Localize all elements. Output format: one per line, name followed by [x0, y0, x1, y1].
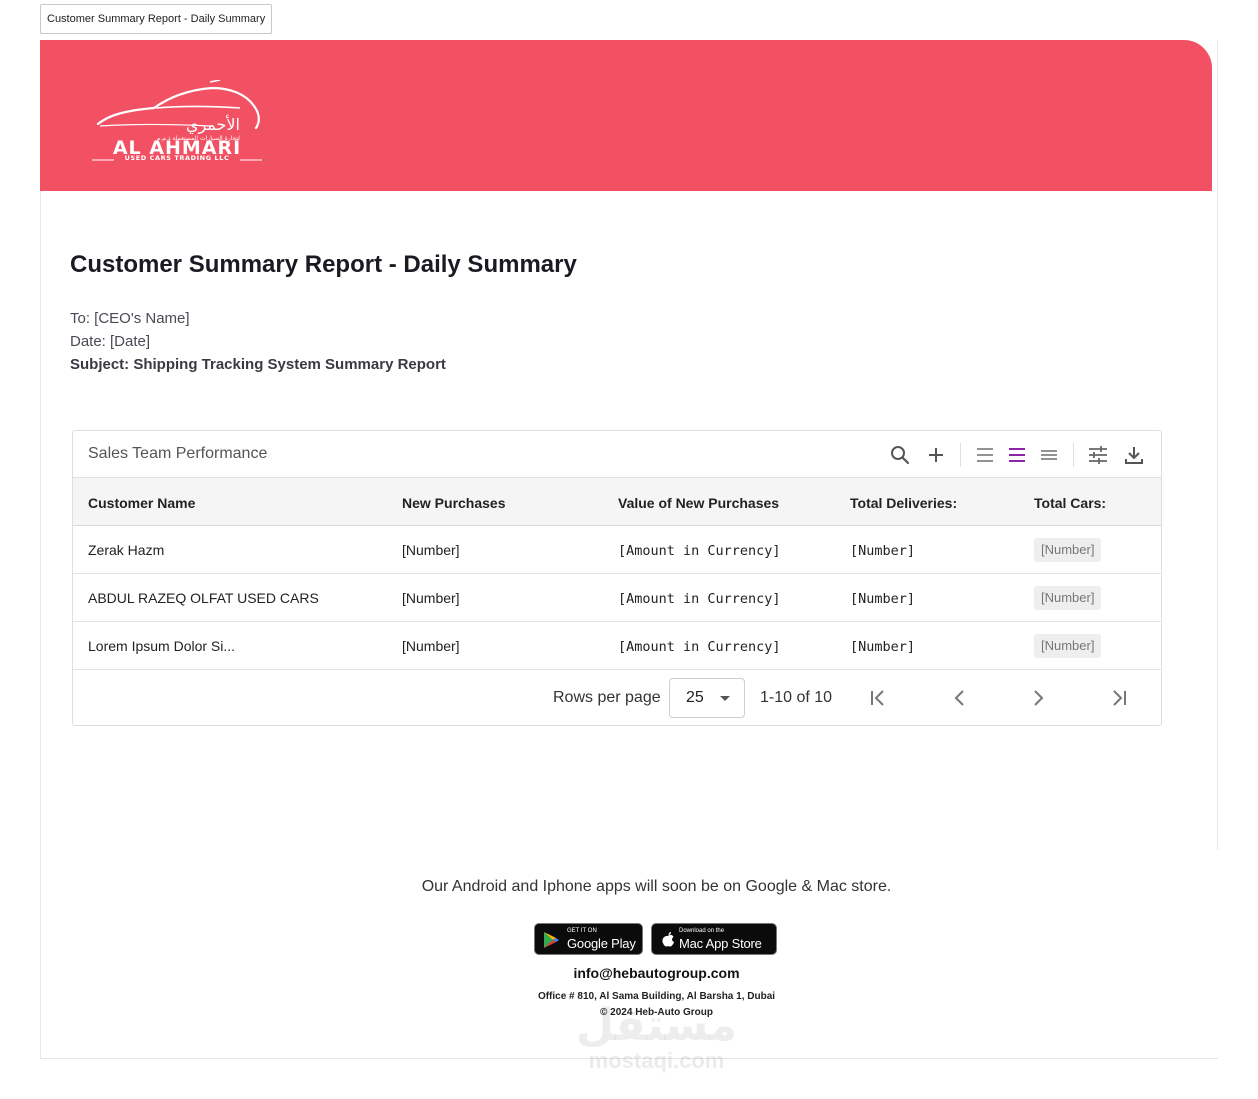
google-play-icon	[544, 932, 559, 948]
cell-customer-name: ABDUL RAZEQ OLFAT USED CARS	[88, 590, 319, 606]
apps-coming-soon-note: Our Android and Iphone apps will soon be…	[421, 878, 892, 895]
pagination-range: 1-10 of 10	[760, 689, 833, 706]
table-pagination: Rows per page 25 1-10 of 10	[73, 670, 1161, 726]
toolbar-divider	[1073, 443, 1074, 467]
page-frame-edge	[1217, 40, 1218, 850]
table-row[interactable]: Lorem Ipsum Dolor Si... [Number] [Amount…	[73, 622, 1161, 670]
table-title: Sales Team Performance	[88, 445, 268, 462]
cell-value-new-purchases: [Amount in Currency]	[618, 639, 781, 655]
table-toolbar: Sales Team Performance	[73, 431, 1161, 478]
column-header-new-purchases[interactable]: New Purchases	[402, 495, 506, 511]
cell-total-cars-chip: [Number]	[1034, 538, 1102, 562]
search-icon[interactable]	[888, 443, 912, 467]
cell-total-deliveries: [Number]	[850, 543, 916, 559]
cell-new-purchases: [Number]	[402, 590, 460, 606]
brand-arabic-name: الأحمري	[186, 114, 240, 135]
cell-customer-name: Zerak Hazm	[88, 542, 165, 558]
column-header-total-deliveries[interactable]: Total Deliveries:	[850, 495, 957, 511]
column-header-value-new-purchases[interactable]: Value of New Purchases	[618, 495, 779, 511]
watermark-arabic: مستقل	[576, 1001, 737, 1050]
cell-customer-name: Lorem Ipsum Dolor Si...	[88, 638, 236, 654]
last-page-icon[interactable]	[1106, 686, 1130, 710]
report-date: Date: [Date]	[70, 333, 151, 350]
density-compact-icon[interactable]	[973, 443, 997, 467]
window-tab-title[interactable]: Customer Summary Report - Daily Summary	[40, 4, 273, 34]
report-to: To: [CEO's Name]	[70, 310, 190, 327]
google-play-big-text: Google Play	[567, 936, 636, 951]
table-row[interactable]: ABDUL RAZEQ OLFAT USED CARS [Number] [Am…	[73, 574, 1161, 622]
contact-email[interactable]: info@hebautogroup.com	[0, 965, 1258, 981]
rows-per-page-label: Rows per page	[553, 689, 661, 706]
download-icon[interactable]	[1122, 443, 1146, 467]
cell-new-purchases: [Number]	[402, 638, 460, 654]
google-play-small-text: GET IT ON	[567, 928, 597, 934]
cell-value-new-purchases: [Amount in Currency]	[618, 543, 781, 559]
cell-total-cars-chip: [Number]	[1034, 586, 1102, 610]
first-page-icon[interactable]	[867, 686, 891, 710]
cell-total-deliveries: [Number]	[850, 591, 916, 607]
mac-app-store-small-text: Download on the	[679, 928, 725, 934]
cell-total-deliveries: [Number]	[850, 639, 916, 655]
cell-new-purchases: [Number]	[402, 542, 460, 558]
cell-total-cars-chip: [Number]	[1034, 634, 1102, 658]
brand-tagline: USED CARS TRADING LLC	[124, 154, 230, 162]
previous-page-icon[interactable]	[948, 686, 972, 710]
column-header-total-cars[interactable]: Total Cars:	[1034, 495, 1106, 511]
google-play-badge[interactable]: GET IT ON Google Play	[534, 923, 643, 955]
watermark-latin: mostaqi.com	[588, 1048, 725, 1073]
next-page-icon[interactable]	[1026, 686, 1050, 710]
mac-app-store-big-text: Mac App Store	[679, 936, 762, 951]
table-row[interactable]: Zerak Hazm [Number] [Amount in Currency]…	[73, 526, 1161, 574]
mac-app-store-badge[interactable]: Download on the Mac App Store	[651, 923, 777, 955]
sales-performance-table: Sales Team Performance Customer Name New…	[72, 430, 1162, 726]
page-title: Customer Summary Report - Daily Summary	[70, 251, 577, 278]
add-icon[interactable]	[924, 443, 948, 467]
density-comfortable-icon[interactable]	[1037, 443, 1061, 467]
rows-per-page-select[interactable]: 25	[669, 678, 745, 718]
filter-settings-icon[interactable]	[1086, 443, 1110, 467]
density-standard-icon[interactable]	[1005, 443, 1029, 467]
column-header-customer-name[interactable]: Customer Name	[88, 495, 195, 511]
toolbar-divider	[960, 443, 961, 467]
report-subject: Subject: Shipping Tracking System Summar…	[70, 356, 446, 373]
apple-icon	[662, 932, 674, 947]
rows-per-page-value: 25	[686, 689, 704, 706]
table-header-row: Customer Name New Purchases Value of New…	[73, 478, 1161, 526]
hero-banner: الأحمري لتجارة السيارات المستعملة ذ.م.م …	[40, 40, 1212, 191]
caret-down-icon	[720, 696, 730, 701]
cell-value-new-purchases: [Amount in Currency]	[618, 591, 781, 607]
